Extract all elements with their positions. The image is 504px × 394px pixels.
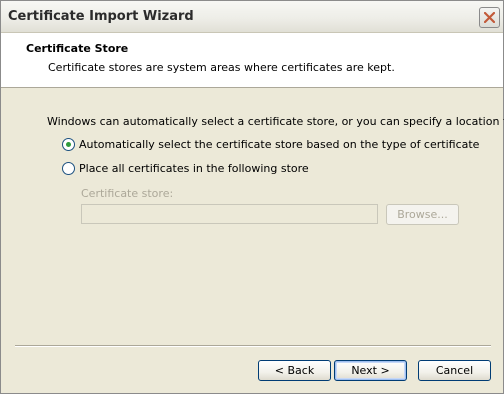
title-bar[interactable]: Certificate Import Wizard xyxy=(1,1,503,33)
certificate-import-wizard-window: Certificate Import Wizard Certificate St… xyxy=(0,0,504,394)
radio-place-label[interactable]: Place all certificates in the following … xyxy=(79,162,309,175)
instructions-text: Windows can automatically select a certi… xyxy=(47,115,504,128)
close-button[interactable] xyxy=(479,7,500,28)
next-button[interactable]: Next > xyxy=(334,360,407,381)
radio-automatic-label[interactable]: Automatically select the certificate sto… xyxy=(79,138,479,151)
cancel-button[interactable]: Cancel xyxy=(418,360,491,381)
radio-place-in-store[interactable]: Place all certificates in the following … xyxy=(62,162,309,175)
radio-button-selected[interactable] xyxy=(62,138,75,151)
radio-selected-dot xyxy=(66,142,71,147)
footer-divider xyxy=(15,345,491,347)
browse-button: Browse... xyxy=(386,204,459,225)
page-title: Certificate Store xyxy=(26,42,129,55)
close-icon xyxy=(484,12,495,23)
radio-automatic-store[interactable]: Automatically select the certificate sto… xyxy=(62,138,479,151)
back-button[interactable]: < Back xyxy=(258,360,331,381)
window-title: Certificate Import Wizard xyxy=(8,9,194,24)
page-description: Certificate stores are system areas wher… xyxy=(48,61,395,74)
certificate-store-label: Certificate store: xyxy=(81,187,174,200)
certificate-store-field xyxy=(81,204,378,224)
wizard-header: Certificate Store Certificate stores are… xyxy=(1,33,503,88)
radio-button-unselected[interactable] xyxy=(62,162,75,175)
